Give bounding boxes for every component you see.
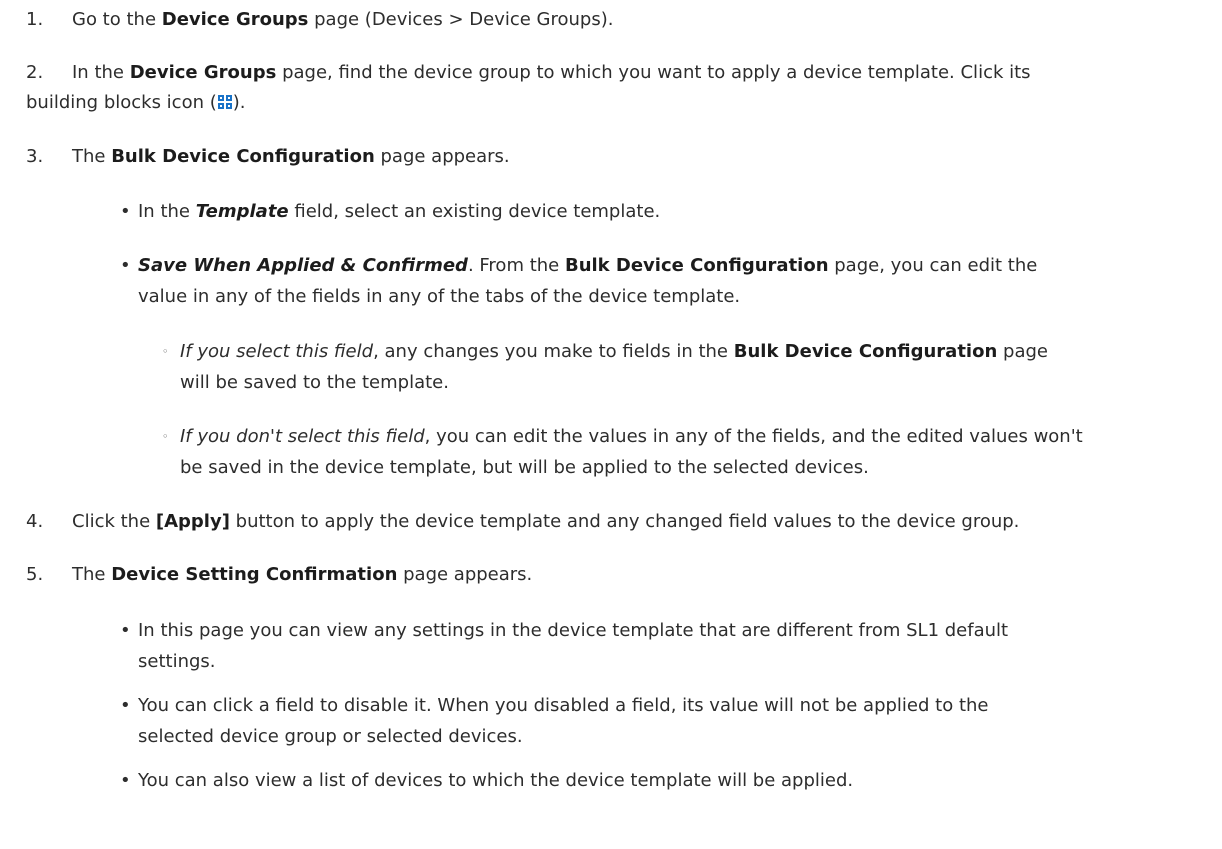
step-5-bullet-1-continued: settings. xyxy=(120,646,1210,677)
step-3-bullet-2: • Save When Applied & Confirmed. From th… xyxy=(120,250,1210,281)
condition-select: If you select this field xyxy=(180,341,374,362)
ui-term-device-groups: Device Groups xyxy=(129,62,277,83)
step-number: 5. xyxy=(26,564,44,585)
step-2: 2. In the Device Groups page, find the d… xyxy=(26,58,1206,88)
step-5-bullet-2-continued: selected device group or selected device… xyxy=(120,721,1210,752)
bullet-text: selected device group or selected device… xyxy=(138,726,523,747)
step-number: 3. xyxy=(26,146,44,167)
bullet-marker: • xyxy=(120,695,131,716)
step-4: 4. Click the [Apply] button to apply the… xyxy=(26,507,1206,537)
step-5-bullet-3: • You can also view a list of devices to… xyxy=(120,765,1210,796)
bullet-text: In the Template field, select an existin… xyxy=(138,201,661,222)
bullet-marker: • xyxy=(120,770,131,791)
step-text: In the Device Groups page, find the devi… xyxy=(72,62,1031,83)
sub-bullet-2: ◦ If you don't select this field, you ca… xyxy=(162,421,1212,452)
ui-term-bulk-device-configuration: Bulk Device Configuration xyxy=(564,255,829,276)
sub-bullet-text: If you don't select this field, you can … xyxy=(180,426,1083,447)
ui-term-bulk-device-configuration: Bulk Device Configuration xyxy=(111,146,375,167)
step-number: 2. xyxy=(26,62,44,83)
step-text: building blocks icon (). xyxy=(26,90,246,113)
sub-bullet-text: be saved in the device template, but wil… xyxy=(180,457,869,478)
bullet-text: You can also view a list of devices to w… xyxy=(138,770,854,791)
sub-bullet-marker: ◦ xyxy=(162,345,169,358)
bullet-text: You can click a field to disable it. Whe… xyxy=(138,695,989,716)
bullet-marker: • xyxy=(120,620,131,641)
step-5: 5. The Device Setting Confirmation page … xyxy=(26,560,1206,590)
field-name-template: Template xyxy=(195,201,289,222)
sub-bullet-text: will be saved to the template. xyxy=(180,372,449,393)
bullet-text: settings. xyxy=(138,651,216,672)
step-3-bullet-1: • In the Template field, select an exist… xyxy=(120,196,1210,227)
bullet-marker: • xyxy=(120,255,131,276)
sub-bullet-2-continued: be saved in the device template, but wil… xyxy=(162,452,1212,483)
step-5-bullet-1: • In this page you can view any settings… xyxy=(120,615,1210,646)
building-blocks-icon xyxy=(217,90,233,109)
document-body: 1. Go to the Device Groups page (Devices… xyxy=(0,0,1222,849)
step-text: Go to the Device Groups page (Devices > … xyxy=(72,9,614,30)
bullet-text: Save When Applied & Confirmed. From the … xyxy=(138,255,1038,276)
step-text: Click the [Apply] button to apply the de… xyxy=(72,511,1020,532)
field-name-save-when-applied: Save When Applied & Confirmed xyxy=(138,255,468,276)
bullet-marker: • xyxy=(120,201,131,222)
ui-term-apply-button: [Apply] xyxy=(155,511,230,532)
step-number: 4. xyxy=(26,511,44,532)
step-5-bullet-2: • You can click a field to disable it. W… xyxy=(120,690,1210,721)
ui-term-device-groups: Device Groups xyxy=(161,9,309,30)
step-text: The Bulk Device Configuration page appea… xyxy=(72,146,510,167)
step-3-bullet-2-continued: value in any of the fields in any of the… xyxy=(120,281,1210,312)
step-1: 1. Go to the Device Groups page (Devices… xyxy=(26,5,1206,35)
step-text: The Device Setting Confirmation page app… xyxy=(72,564,533,585)
sub-bullet-text: If you select this field, any changes yo… xyxy=(180,341,1048,362)
bullet-text: value in any of the fields in any of the… xyxy=(138,286,741,307)
step-2-continued: building blocks icon (). xyxy=(26,88,1206,118)
condition-dont-select: If you don't select this field xyxy=(180,426,425,447)
sub-bullet-1: ◦ If you select this field, any changes … xyxy=(162,336,1212,367)
bullet-text: In this page you can view any settings i… xyxy=(138,620,1009,641)
ui-term-device-setting-confirmation: Device Setting Confirmation xyxy=(111,564,398,585)
ui-term-bulk-device-configuration: Bulk Device Configuration xyxy=(733,341,998,362)
sub-bullet-marker: ◦ xyxy=(162,430,169,443)
step-number: 1. xyxy=(26,9,44,30)
step-3: 3. The Bulk Device Configuration page ap… xyxy=(26,142,1206,172)
sub-bullet-1-continued: will be saved to the template. xyxy=(162,367,1212,398)
